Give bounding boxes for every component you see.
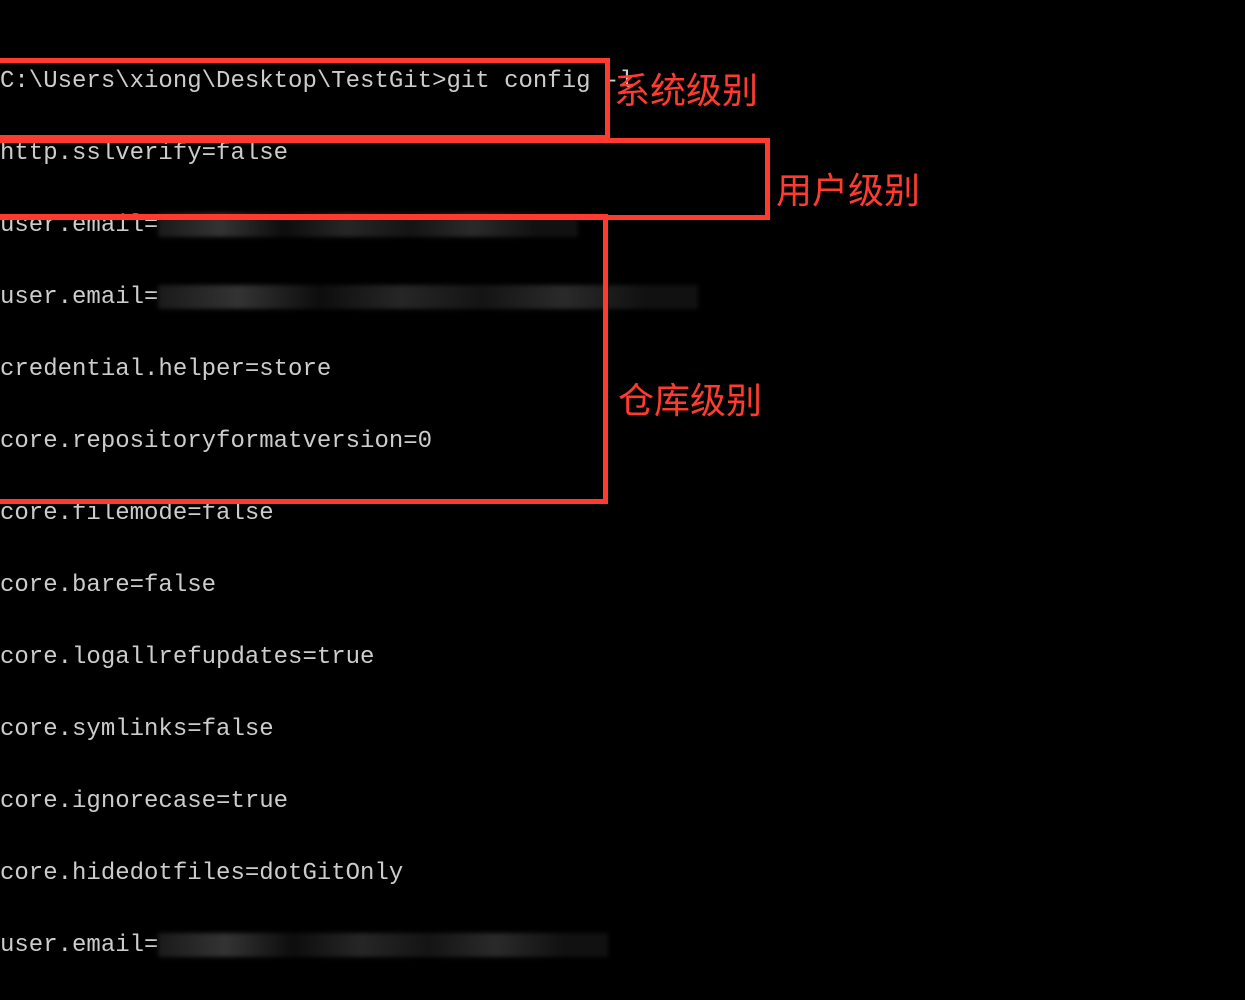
config-line: core.logallrefupdates=true xyxy=(0,640,1245,676)
command-line: C:\Users\xiong\Desktop\TestGit>git confi… xyxy=(0,64,1245,100)
config-key: user.email= xyxy=(0,932,158,959)
prompt: C:\Users\xiong\Desktop\TestGit> xyxy=(0,68,446,95)
config-line: user.email= xyxy=(0,928,1245,964)
config-line: core.hidedotfiles=dotGitOnly xyxy=(0,856,1245,892)
config-line: credential.helper=store xyxy=(0,352,1245,388)
config-line: core.ignorecase=true xyxy=(0,784,1245,820)
redacted-value xyxy=(158,285,698,309)
config-key: user.email= xyxy=(0,284,158,311)
command: git config -l xyxy=(446,68,633,95)
redacted-value xyxy=(158,213,578,237)
config-line: user.email= xyxy=(0,280,1245,316)
terminal-output: C:\Users\xiong\Desktop\TestGit>git confi… xyxy=(0,0,1245,1000)
config-line: core.filemode=false xyxy=(0,496,1245,532)
config-line: http.sslverify=false xyxy=(0,136,1245,172)
config-line: user.email= xyxy=(0,208,1245,244)
config-line: core.bare=false xyxy=(0,568,1245,604)
config-line: core.repositoryformatversion=0 xyxy=(0,424,1245,460)
config-key: user.email= xyxy=(0,212,158,239)
redacted-value xyxy=(158,933,608,957)
config-line: core.symlinks=false xyxy=(0,712,1245,748)
